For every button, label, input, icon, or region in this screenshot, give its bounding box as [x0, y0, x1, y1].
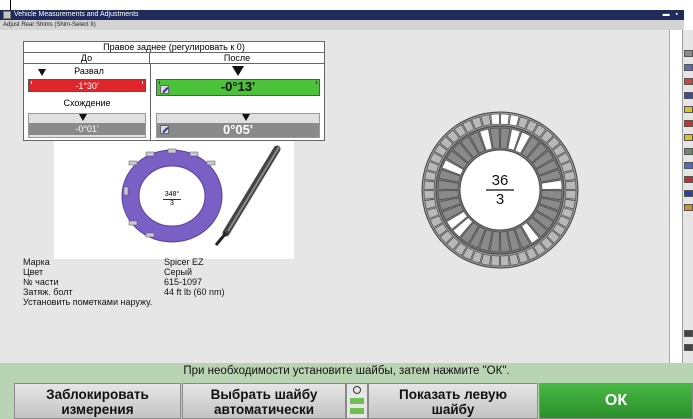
tool-icon[interactable]	[684, 78, 693, 85]
wheel-outer-segment	[490, 113, 500, 125]
tool-icon[interactable]	[684, 344, 693, 351]
magnifier-icon[interactable]	[353, 386, 361, 394]
toe-after-value: 0°05'	[223, 122, 253, 137]
edit-pencil-icon[interactable]	[160, 85, 169, 94]
toe-label: Схождение	[63, 98, 111, 108]
strip-segment	[350, 408, 364, 414]
toe-after-box: 0°05'	[156, 113, 320, 138]
color-label: Цвет	[23, 267, 44, 277]
toe-after-bar: 0°05'	[157, 123, 319, 137]
shim-number-top: 36	[491, 172, 509, 189]
tool-icon[interactable]	[684, 204, 693, 211]
tool-icon[interactable]	[684, 176, 693, 183]
tool-icon[interactable]	[684, 148, 693, 155]
window-subtitle: Adjust Rear Shims (Shim-Select II)	[0, 20, 684, 30]
status-message: При необходимости установите шайбы, зате…	[183, 365, 510, 377]
shim-preview-angle: 348°	[164, 191, 180, 198]
zoom-strip[interactable]	[346, 383, 368, 419]
tool-icon[interactable]	[684, 120, 693, 127]
window-title-bar: Vehicle Measurements and Adjustments ▬ ▪	[0, 10, 684, 20]
part-value: 615-1097	[164, 277, 203, 287]
auto-button-line2: автоматически	[213, 402, 315, 417]
camber-before-value: -1°30'	[75, 81, 99, 91]
column-after-header: После	[150, 53, 324, 64]
brand-label: Марка	[23, 257, 50, 267]
bottom-bar: При необходимости установите шайбы, зате…	[0, 363, 693, 419]
column-before-header: До	[24, 53, 150, 64]
tool-icon[interactable]	[684, 162, 693, 169]
adjustment-panel: Правое заднее (регулировать к 0) До Посл…	[23, 41, 325, 141]
wheel-outer-segment	[500, 255, 510, 267]
shim-preview-image: 348° 3	[54, 141, 294, 259]
lock-measurements-button[interactable]: Заблокировать измерения	[14, 383, 181, 419]
toe-before-bar: -0°01'	[29, 123, 145, 135]
mouse-cursor-line	[10, 0, 11, 10]
wheel-outer-segment	[500, 113, 510, 125]
shim-preview-number: 3	[163, 199, 181, 208]
shim-wheel	[421, 111, 579, 269]
left-button-line1: Показать левую	[399, 387, 507, 402]
toe-before-pointer	[79, 114, 87, 121]
shim-number-bottom: 3	[495, 191, 505, 208]
camber-after-value: -0°13'	[220, 79, 256, 94]
camber-after-pointer	[232, 66, 244, 76]
show-left-shim-button[interactable]: Показать левую шайбу	[368, 383, 538, 419]
tool-icon[interactable]	[684, 92, 693, 99]
column-divider	[150, 64, 151, 141]
window-controls[interactable]: ▬ ▪	[663, 10, 680, 20]
color-value: Серый	[164, 267, 193, 277]
tool-icon[interactable]	[684, 190, 693, 197]
left-button-line2: шайбу	[431, 402, 475, 417]
camber-after-bar: -0°13'	[156, 79, 320, 96]
tool-icon[interactable]	[684, 50, 693, 57]
wheel-outer-segment	[565, 180, 577, 190]
tool-icon[interactable]	[684, 330, 693, 337]
shim-preview-label: 348° 3	[152, 191, 192, 208]
toe-before-box: -0°01'	[28, 113, 146, 138]
install-note: Установить пометками наружу.	[23, 297, 153, 307]
edit-pencil-icon[interactable]	[160, 125, 169, 134]
part-label: № части	[23, 277, 59, 287]
wheel-outer-segment	[423, 180, 435, 190]
app-icon[interactable]	[3, 11, 11, 19]
toe-after-pointer	[242, 114, 250, 121]
wheel-outer-segment	[565, 190, 577, 200]
lock-button-line2: измерения	[61, 402, 134, 417]
camber-before-bar: -1°30'	[28, 79, 146, 92]
camber-before-pointer	[38, 69, 46, 76]
tool-icon[interactable]	[684, 106, 693, 113]
wheel-outer-segment	[423, 190, 435, 200]
torque-label: Затяж. болт	[23, 287, 73, 297]
tool-sidebar	[682, 30, 693, 363]
strip-segment	[350, 398, 364, 404]
window-title: Vehicle Measurements and Adjustments	[14, 11, 139, 18]
lock-button-line1: Заблокировать	[46, 387, 149, 402]
brand-value: Spicer EZ	[164, 257, 204, 267]
wheel-outer-segment	[490, 255, 500, 267]
tool-icon[interactable]	[684, 134, 693, 141]
auto-select-shim-button[interactable]: Выбрать шайбу автоматически	[182, 383, 346, 419]
camber-label: Развал	[74, 66, 104, 76]
ok-button[interactable]: ОК	[539, 383, 693, 419]
toe-before-value: -0°01'	[75, 124, 99, 134]
auto-button-line1: Выбрать шайбу	[210, 387, 318, 402]
tool-icon[interactable]	[684, 64, 693, 71]
adjustment-panel-title: Правое заднее (регулировать к 0)	[24, 42, 324, 53]
shim-diagram: 36 3	[420, 95, 580, 290]
torque-value: 44 ft lb (60 nm)	[164, 287, 225, 297]
